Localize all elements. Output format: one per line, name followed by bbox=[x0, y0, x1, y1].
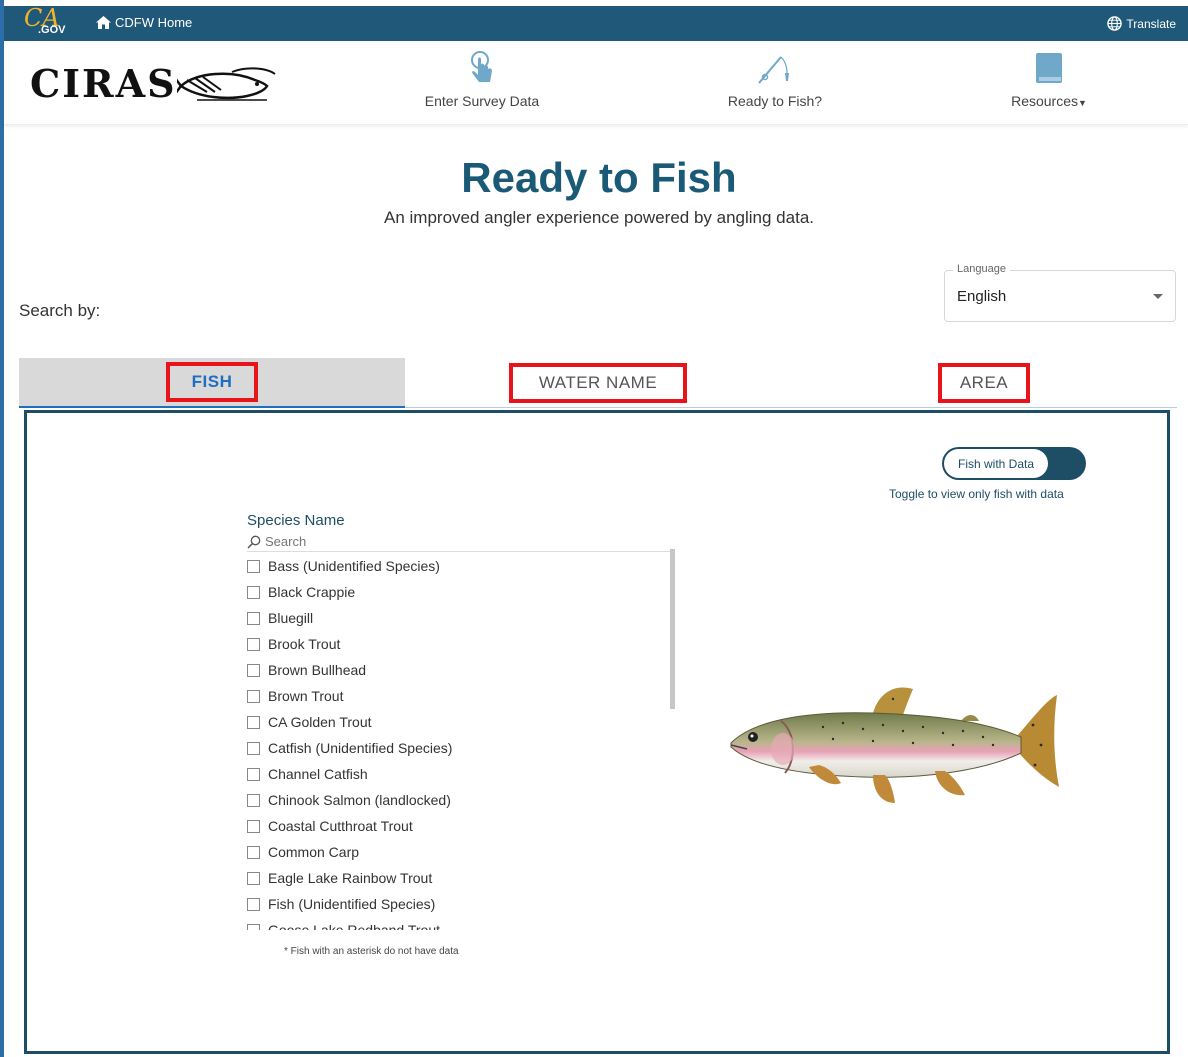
fish-logo-icon bbox=[176, 66, 276, 101]
toggle-knob: Fish with Data bbox=[944, 449, 1048, 478]
species-list-item[interactable]: Common Carp bbox=[247, 839, 675, 865]
checkbox[interactable] bbox=[247, 715, 260, 729]
language-select-label: Language bbox=[953, 263, 1010, 275]
fish-search-panel: Fish with Data Toggle to view only fish … bbox=[24, 410, 1170, 1054]
caret-down-icon: ▼ bbox=[1078, 98, 1087, 108]
species-label: Black Crappie bbox=[268, 584, 356, 600]
tab-water-name[interactable]: WATER NAME bbox=[405, 358, 791, 408]
species-label: Brook Trout bbox=[268, 636, 341, 652]
species-list-item[interactable]: Channel Catfish bbox=[247, 761, 675, 787]
checkbox[interactable] bbox=[247, 871, 260, 885]
cdfw-home-link[interactable]: CDFW Home bbox=[96, 15, 192, 30]
species-list-item[interactable]: Brook Trout bbox=[247, 631, 675, 657]
ca-logo-suffix: .GOV bbox=[38, 24, 66, 36]
fishing-rod-icon bbox=[758, 56, 789, 84]
species-list-item[interactable]: Catfish (Unidentified Species) bbox=[247, 735, 675, 761]
pointer-hand-icon bbox=[471, 51, 492, 82]
species-label: Common Carp bbox=[268, 844, 360, 860]
toggle-hint: Toggle to view only fish with data bbox=[889, 487, 1064, 501]
translate-button[interactable]: Translate bbox=[1107, 16, 1176, 31]
search-tabs: FISH WATER NAME AREA bbox=[19, 358, 1177, 408]
species-label: Bluegill bbox=[268, 610, 314, 626]
species-list-item[interactable]: Fish (Unidentified Species) bbox=[247, 891, 675, 917]
species-list-item[interactable]: Coastal Cutthroat Trout bbox=[247, 813, 675, 839]
species-list-item[interactable]: Brown Trout bbox=[247, 683, 675, 709]
language-select[interactable]: Language English bbox=[944, 263, 1176, 322]
species-label: CA Golden Trout bbox=[268, 714, 372, 730]
checkbox[interactable] bbox=[247, 793, 260, 807]
species-list-item[interactable]: Black Crappie bbox=[247, 579, 675, 605]
species-search-field[interactable] bbox=[247, 532, 675, 552]
rainbow-trout-image bbox=[730, 687, 1059, 803]
species-label: Brown Bullhead bbox=[268, 662, 367, 678]
species-label: Coastal Cutthroat Trout bbox=[268, 818, 413, 834]
language-select-value: English bbox=[957, 288, 1007, 305]
search-icon bbox=[247, 535, 261, 549]
nav-resources[interactable]: Resources▼ bbox=[949, 51, 1149, 109]
checkbox[interactable] bbox=[247, 663, 260, 677]
cdfw-home-label: CDFW Home bbox=[115, 15, 193, 30]
species-search-input[interactable] bbox=[265, 534, 565, 549]
checkbox[interactable] bbox=[247, 611, 260, 625]
page-title: Ready to Fish bbox=[461, 154, 737, 201]
top-utility-bar: CA .GOV CDFW Home Translate bbox=[4, 4, 1188, 41]
globe-icon bbox=[1107, 16, 1123, 31]
species-list: Bass (Unidentified Species) Black Crappie… bbox=[247, 553, 675, 930]
species-list-item[interactable]: Chinook Salmon (landlocked) bbox=[247, 787, 675, 813]
species-label: Fish (Unidentified Species) bbox=[268, 896, 436, 912]
nav-ready-to-fish[interactable]: Ready to Fish? bbox=[675, 51, 875, 109]
species-label: Channel Catfish bbox=[268, 766, 368, 782]
checkbox[interactable] bbox=[247, 741, 260, 755]
checkbox[interactable] bbox=[247, 559, 260, 573]
nav-enter-survey-data-label: Enter Survey Data bbox=[424, 93, 540, 109]
page-subtitle: An improved angler experience powered by… bbox=[384, 208, 814, 227]
checkbox[interactable] bbox=[247, 767, 260, 781]
book-icon bbox=[1036, 53, 1062, 83]
checkbox[interactable] bbox=[247, 689, 260, 703]
checkbox[interactable] bbox=[247, 923, 260, 930]
translate-label: Translate bbox=[1126, 16, 1176, 31]
fish-with-data-toggle[interactable]: Fish with Data bbox=[942, 447, 1086, 480]
species-list-item[interactable]: Bluegill bbox=[247, 605, 675, 631]
site-header: CIRAS Enter Survey Data Ready to Fish? R… bbox=[4, 41, 1188, 125]
nav-resources-label: Resources bbox=[1011, 93, 1078, 109]
checkbox[interactable] bbox=[247, 897, 260, 911]
species-list-item[interactable]: CA Golden Trout bbox=[247, 709, 675, 735]
nav-ready-to-fish-label: Ready to Fish? bbox=[727, 93, 823, 109]
species-label: Bass (Unidentified Species) bbox=[268, 558, 440, 574]
species-list-scrollbar[interactable] bbox=[670, 549, 675, 709]
species-list-item[interactable]: Goose Lake Redband Trout bbox=[247, 917, 675, 930]
ca-gov-logo[interactable]: CA .GOV bbox=[24, 4, 72, 40]
species-label: Eagle Lake Rainbow Trout bbox=[268, 870, 433, 886]
checkbox[interactable] bbox=[247, 845, 260, 859]
asterisk-footnote: * Fish with an asterisk do not have data bbox=[284, 946, 459, 957]
species-list-item[interactable]: Brown Bullhead bbox=[247, 657, 675, 683]
species-list-item[interactable]: Bass (Unidentified Species) bbox=[247, 553, 675, 579]
logo-text: CIRAS bbox=[30, 61, 177, 106]
species-label: Brown Trout bbox=[268, 688, 344, 704]
species-label: Catfish (Unidentified Species) bbox=[268, 740, 453, 756]
species-name-title: Species Name bbox=[247, 512, 345, 529]
tab-area-label: AREA bbox=[937, 363, 1031, 403]
tab-area[interactable]: AREA bbox=[791, 358, 1177, 408]
checkbox[interactable] bbox=[247, 637, 260, 651]
checkbox[interactable] bbox=[247, 819, 260, 833]
tab-fish[interactable]: FISH bbox=[19, 358, 405, 408]
nav-enter-survey-data[interactable]: Enter Survey Data bbox=[382, 51, 582, 109]
species-list-item[interactable]: Eagle Lake Rainbow Trout bbox=[247, 865, 675, 891]
tab-fish-label: FISH bbox=[165, 362, 259, 402]
ciras-logo[interactable]: CIRAS bbox=[30, 61, 277, 106]
checkbox[interactable] bbox=[247, 585, 260, 599]
tab-water-name-label: WATER NAME bbox=[508, 363, 688, 403]
species-label: Goose Lake Redband Trout bbox=[268, 922, 441, 930]
home-icon bbox=[96, 16, 111, 29]
species-label: Chinook Salmon (landlocked) bbox=[268, 792, 451, 808]
chevron-down-icon bbox=[1153, 294, 1163, 299]
search-by-label: Search by: bbox=[19, 301, 101, 320]
